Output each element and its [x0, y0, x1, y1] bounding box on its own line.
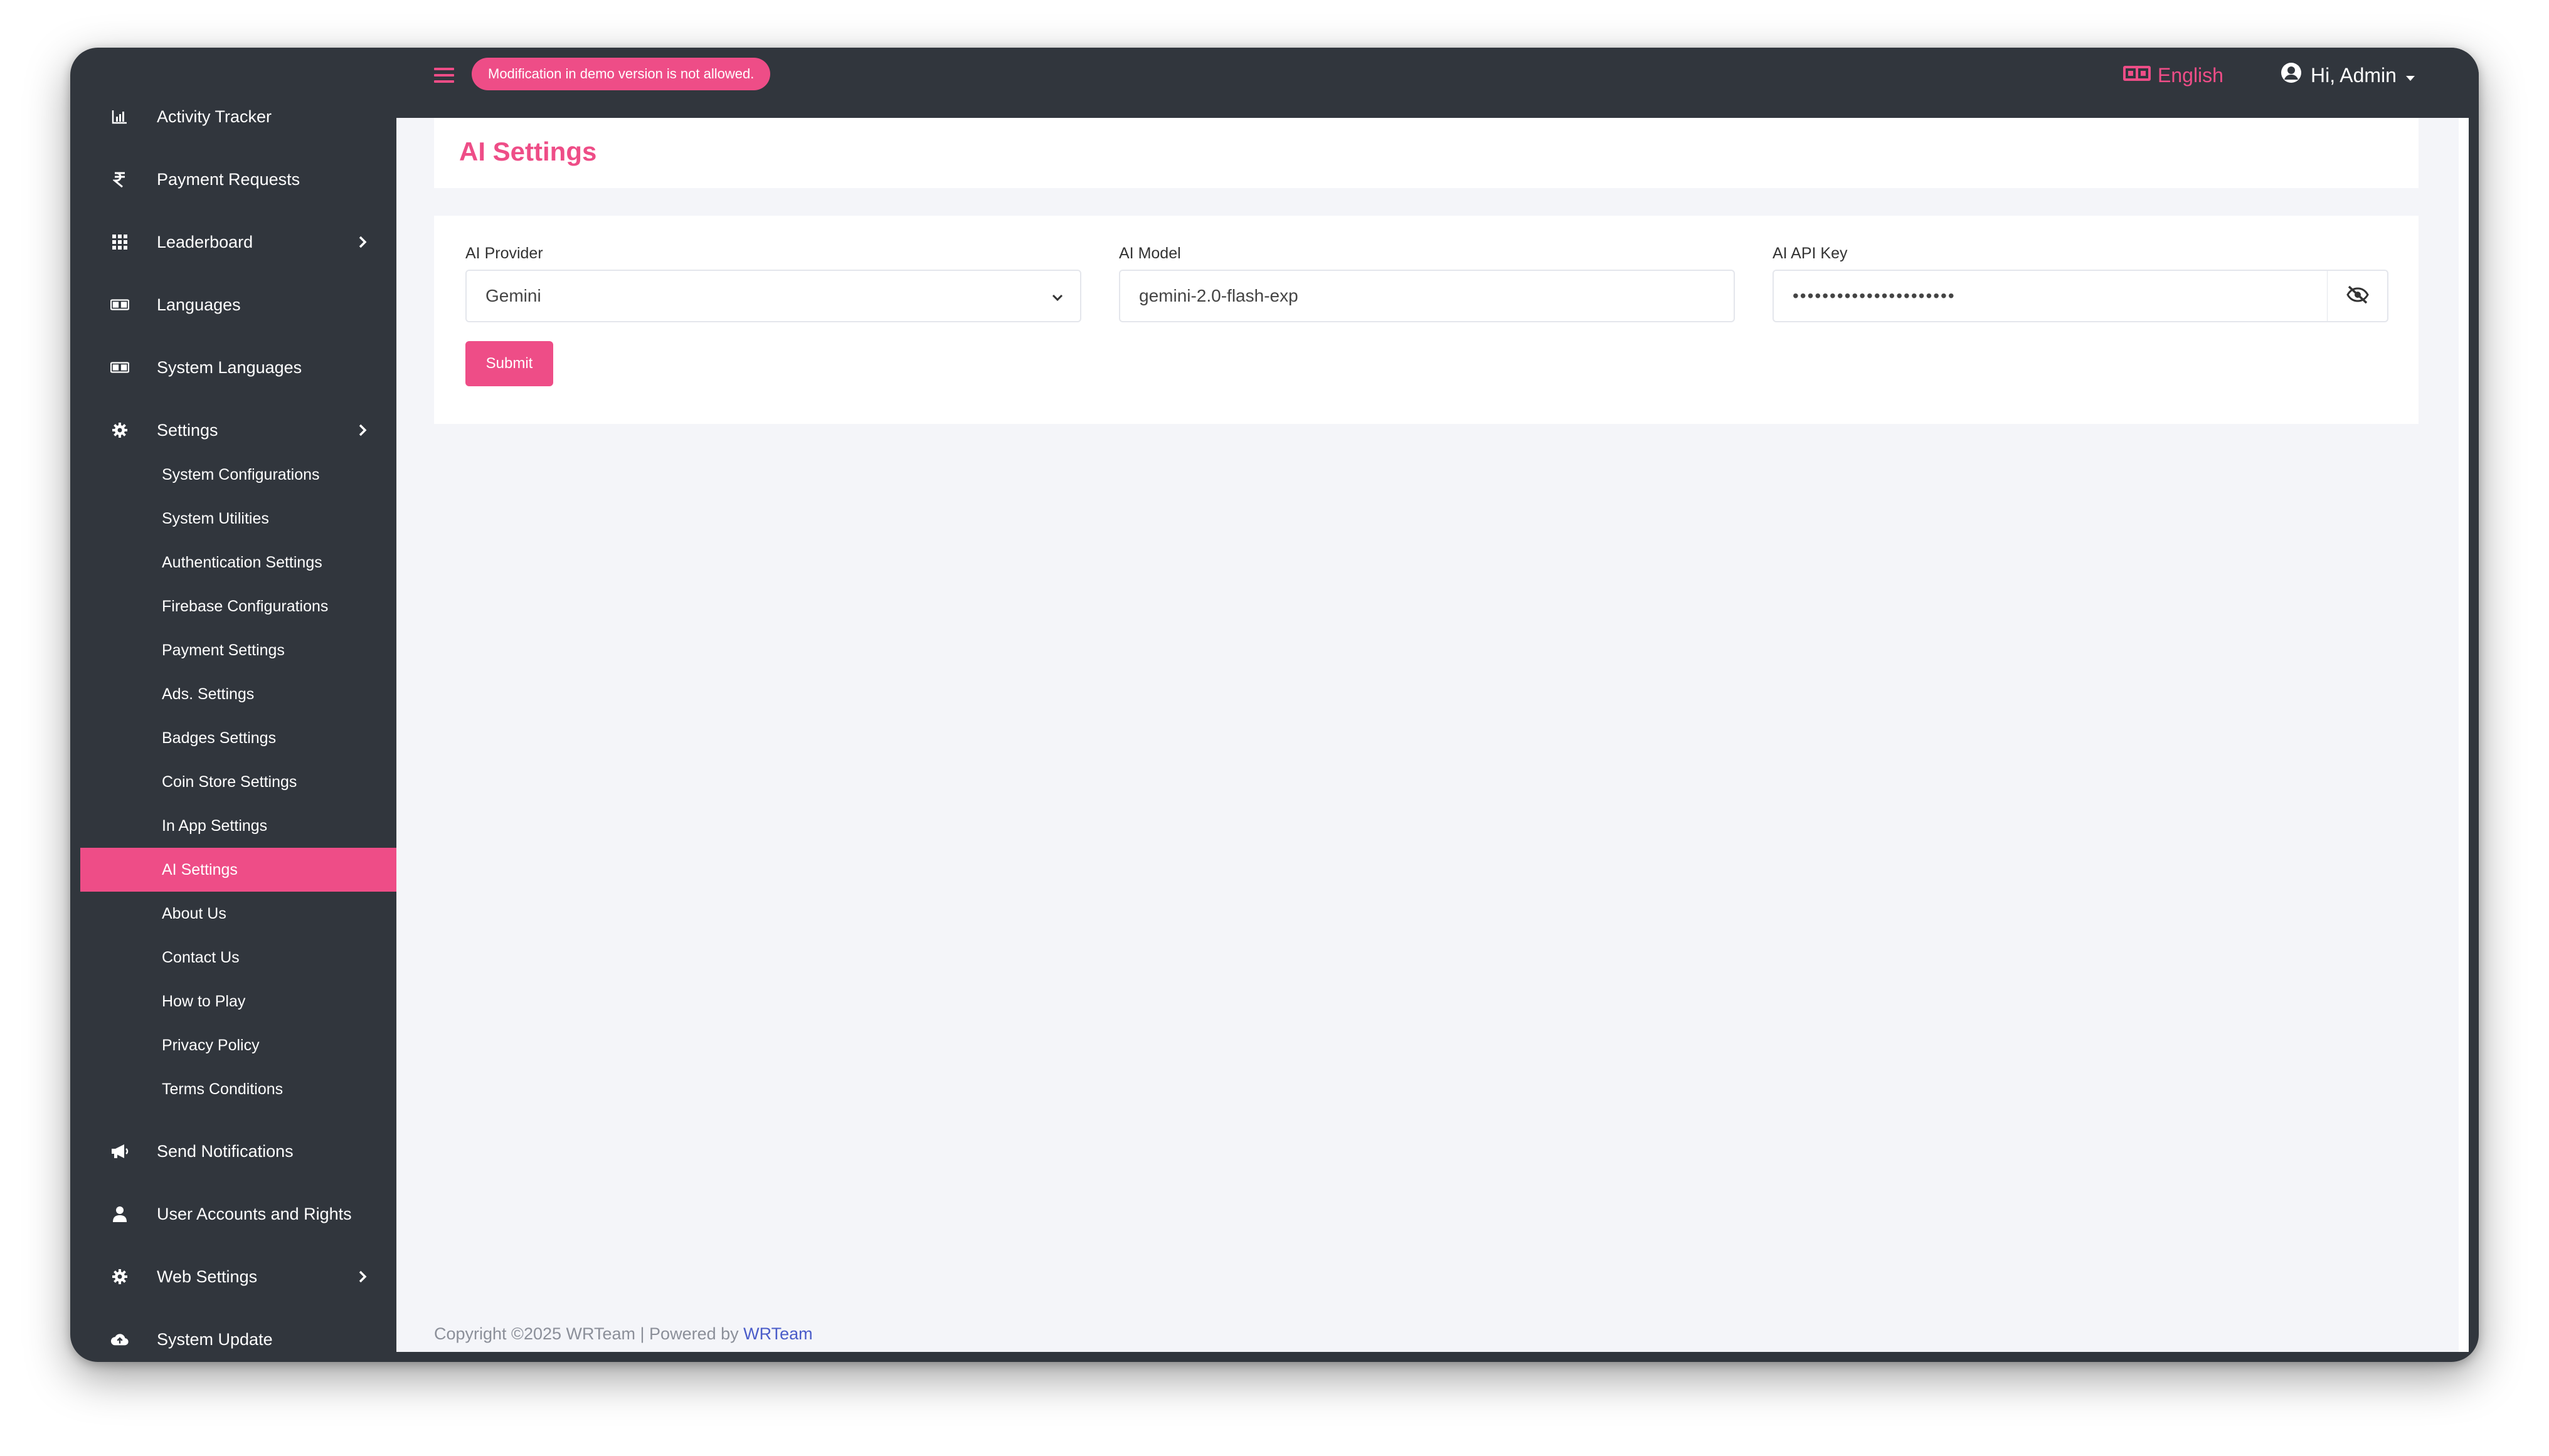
user-menu[interactable]: Hi, Admin: [2281, 58, 2415, 93]
sidebar-item-send-notifications[interactable]: Send Notifications: [80, 1120, 396, 1183]
sidebar-item-label: System Update: [157, 1329, 273, 1349]
gear-icon: [110, 421, 129, 440]
chevron-right-icon: [355, 423, 370, 438]
grid-icon: [110, 233, 129, 251]
submenu-item-label: System Configurations: [162, 465, 320, 483]
submenu-item-label: Badges Settings: [162, 729, 277, 747]
sidebar-item-languages[interactable]: Languages: [80, 273, 396, 336]
submenu-item-label: Payment Settings: [162, 641, 285, 659]
submenu-item-firebase-configurations[interactable]: Firebase Configurations: [80, 584, 396, 628]
submenu-item-system-utilities[interactable]: System Utilities: [80, 497, 396, 541]
submenu-item-badges-settings[interactable]: Badges Settings: [80, 716, 396, 760]
submenu-item-terms-conditions[interactable]: Terms Conditions: [80, 1067, 396, 1111]
submenu-item-privacy-policy[interactable]: Privacy Policy: [80, 1023, 396, 1067]
ai-model-label: AI Model: [1119, 245, 1181, 262]
language-label: English: [2158, 63, 2223, 87]
sidebar-item-payment-requests[interactable]: Payment Requests: [80, 148, 396, 211]
submenu-item-label: About Us: [162, 904, 226, 922]
submenu-item-label: AI Settings: [162, 860, 238, 878]
submenu-item-label: How to Play: [162, 992, 246, 1010]
copyright-text: Copyright ©2025 WRTeam | Powered by: [434, 1324, 744, 1343]
ai-provider-value: Gemini: [485, 286, 541, 305]
submenu-item-ai-settings[interactable]: AI Settings: [80, 848, 396, 892]
ai-settings-form: AI Provider Gemini AI Model gemini-2.0-f…: [434, 216, 2419, 424]
submit-button[interactable]: Submit: [465, 341, 553, 386]
sidebar-item-label: Languages: [157, 295, 241, 314]
sidebar: Activity Tracker Payment Requests Leader…: [80, 58, 396, 1352]
submenu-item-label: Terms Conditions: [162, 1080, 284, 1098]
chevron-down-icon: [1050, 290, 1065, 305]
submenu-item-label: Authentication Settings: [162, 553, 322, 571]
sidebar-item-web-settings[interactable]: Web Settings: [80, 1245, 396, 1308]
sidebar-item-leaderboard[interactable]: Leaderboard: [80, 211, 396, 273]
submenu-item-authentication-settings[interactable]: Authentication Settings: [80, 541, 396, 584]
page-header: AI Settings: [434, 118, 2419, 188]
footer-link[interactable]: WRTeam: [743, 1324, 813, 1343]
language-icon: [2122, 64, 2151, 87]
submenu-item-system-configurations[interactable]: System Configurations: [80, 453, 396, 497]
submenu-item-how-to-play[interactable]: How to Play: [80, 979, 396, 1023]
top-bar: Modification in demo version is not allo…: [396, 48, 2479, 118]
user-icon: [110, 1205, 129, 1223]
submenu-item-label: Firebase Configurations: [162, 597, 329, 615]
caret-down-icon: [2405, 64, 2415, 87]
toggle-password-visibility-button[interactable]: [2327, 270, 2388, 322]
scrollbar-track[interactable]: [2459, 118, 2469, 1352]
language-icon: [110, 358, 129, 377]
sidebar-item-label: Web Settings: [157, 1267, 258, 1286]
submenu-item-label: System Utilities: [162, 509, 269, 527]
page-title: AI Settings: [459, 137, 597, 166]
ai-model-value: gemini-2.0-flash-exp: [1139, 286, 1298, 305]
submenu-item-label: Contact Us: [162, 948, 240, 966]
gear-icon: [110, 1267, 129, 1286]
sidebar-item-user-accounts[interactable]: User Accounts and Rights: [80, 1183, 396, 1245]
hamburger-menu-icon[interactable]: [432, 63, 457, 88]
ai-api-key-input[interactable]: ••••••••••••••••••••••: [1773, 270, 2328, 322]
submenu-item-contact-us[interactable]: Contact Us: [80, 936, 396, 979]
footer: Copyright ©2025 WRTeam | Powered by WRTe…: [434, 1324, 813, 1344]
submenu-item-in-app-settings[interactable]: In App Settings: [80, 804, 396, 848]
sidebar-item-label: Payment Requests: [157, 169, 300, 189]
submenu-item-label: In App Settings: [162, 816, 268, 835]
megaphone-icon: [110, 1142, 129, 1161]
submenu-item-ads-settings[interactable]: Ads. Settings: [80, 672, 396, 716]
ai-model-input[interactable]: gemini-2.0-flash-exp: [1119, 270, 1735, 322]
chevron-right-icon: [355, 1269, 370, 1284]
cloud-upload-icon: [110, 1330, 129, 1349]
sidebar-item-label: Settings: [157, 420, 218, 440]
submenu-item-coin-store-settings[interactable]: Coin Store Settings: [80, 760, 396, 804]
user-circle-icon: [2281, 62, 2302, 88]
ai-provider-label: AI Provider: [465, 245, 543, 262]
demo-notice-badge: Modification in demo version is not allo…: [472, 58, 771, 90]
rupee-icon: [110, 170, 129, 189]
language-selector[interactable]: English: [2122, 58, 2223, 93]
submenu-item-label: Privacy Policy: [162, 1036, 260, 1054]
app-window: Activity Tracker Payment Requests Leader…: [70, 48, 2479, 1362]
eye-slash-icon: [2346, 285, 2369, 307]
chart-icon: [110, 107, 129, 126]
submenu-item-payment-settings[interactable]: Payment Settings: [80, 628, 396, 672]
sidebar-item-label: Send Notifications: [157, 1141, 294, 1161]
ai-api-key-label: AI API Key: [1773, 245, 1848, 262]
language-icon: [110, 295, 129, 314]
submenu-item-label: Ads. Settings: [162, 685, 255, 703]
sidebar-item-label: System Languages: [157, 357, 302, 377]
user-greeting: Hi, Admin: [2311, 63, 2397, 87]
sidebar-item-label: User Accounts and Rights: [157, 1204, 352, 1223]
sidebar-item-label: Leaderboard: [157, 232, 253, 251]
chevron-right-icon: [355, 235, 370, 250]
ai-api-key-value: ••••••••••••••••••••••: [1793, 286, 1956, 305]
submenu-item-label: Coin Store Settings: [162, 773, 297, 791]
main-content: AI Settings AI Provider Gemini AI Model …: [396, 118, 2459, 1352]
sidebar-item-system-update[interactable]: System Update: [80, 1308, 396, 1362]
sidebar-item-label: Activity Tracker: [157, 107, 272, 126]
sidebar-item-settings[interactable]: Settings: [80, 399, 396, 462]
submenu-item-about-us[interactable]: About Us: [80, 892, 396, 936]
sidebar-item-system-languages[interactable]: System Languages: [80, 336, 396, 399]
ai-provider-select[interactable]: Gemini: [465, 270, 1081, 322]
sidebar-item-activity-tracker[interactable]: Activity Tracker: [80, 85, 396, 148]
